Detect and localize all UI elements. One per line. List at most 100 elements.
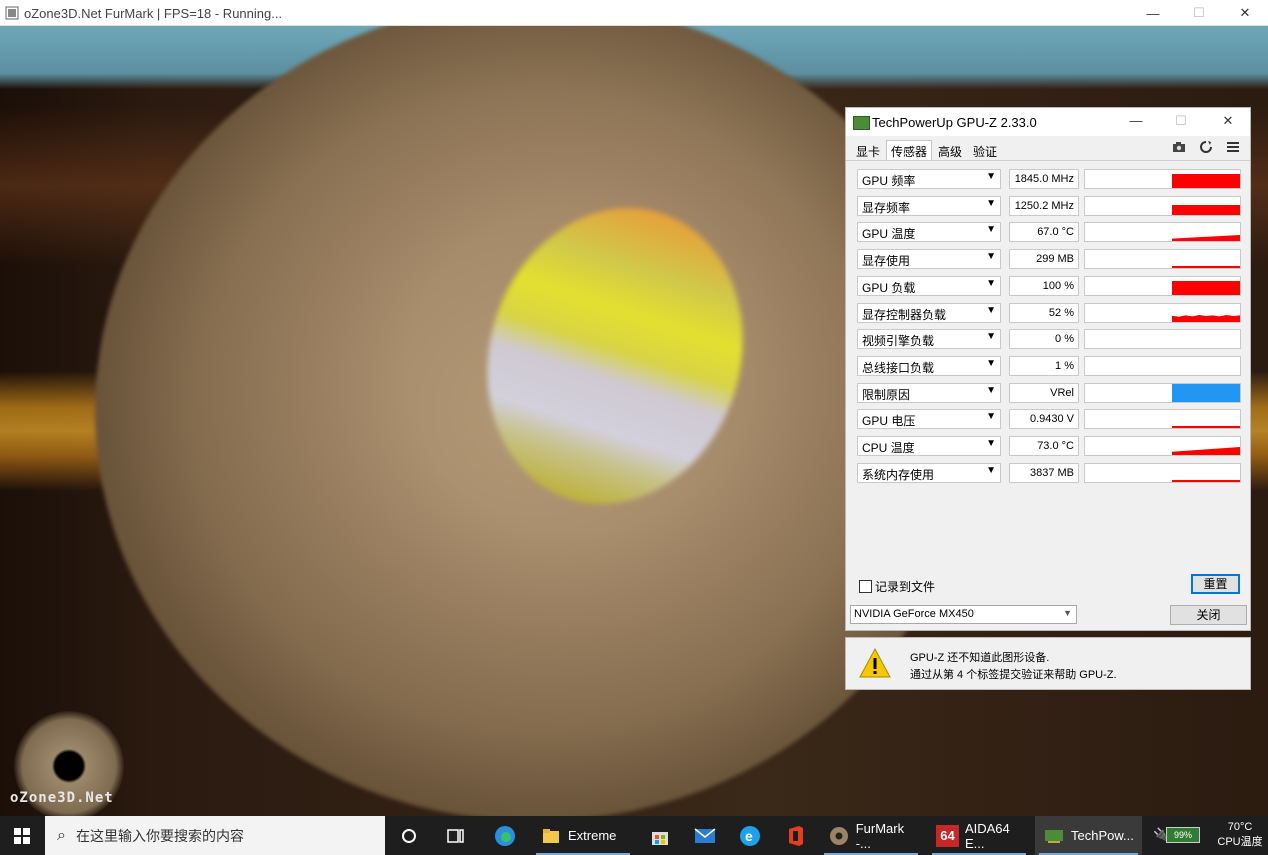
sensor-name-dropdown[interactable]: 显存频率 ▼ (857, 196, 1001, 216)
cortana-circle-icon (402, 828, 416, 843)
sensor-name: 总线接口负载 (862, 361, 935, 375)
sensor-name-dropdown[interactable]: 限制原因 ▼ (857, 383, 1001, 403)
sensor-graph (1084, 436, 1241, 456)
sensor-name-dropdown[interactable]: 总线接口负载 ▼ (857, 356, 1001, 376)
sensor-value: 67.0 °C (1009, 222, 1079, 242)
menu-icon[interactable] (1227, 141, 1239, 156)
cpu-temp-value: 70°C (1227, 821, 1253, 833)
battery-indicator[interactable]: 99% (1166, 827, 1200, 843)
sensor-row: GPU 电压 ▼ 0.9430 V (857, 409, 1241, 431)
chevron-down-icon: ▼ (986, 224, 996, 235)
aida64-taskbar-button[interactable]: 64 AIDA64 E... (928, 816, 1030, 855)
start-button[interactable] (0, 816, 44, 855)
taskbar-app-label: Extreme (568, 828, 617, 843)
sensor-value: 1250.2 MHz (1009, 196, 1079, 216)
chevron-down-icon: ▼ (986, 385, 996, 396)
log-to-file-checkbox[interactable]: 记录到文件 (859, 578, 935, 595)
chevron-down-icon: ▼ (986, 331, 996, 342)
chevron-down-icon: ▼ (986, 438, 996, 449)
sensor-name: GPU 频率 (862, 174, 916, 188)
sensor-name: GPU 温度 (862, 227, 916, 241)
search-icon: ⌕ (57, 826, 66, 844)
sensor-name-dropdown[interactable]: GPU 频率 ▼ (857, 169, 1001, 189)
tab-advanced[interactable]: 高级 (933, 140, 967, 160)
cortana-button[interactable] (393, 816, 425, 855)
office-taskbar-button[interactable] (780, 816, 810, 855)
gpuz-tabs: 显卡 传感器 高级 验证 (851, 140, 1003, 160)
task-view-button[interactable] (440, 816, 472, 855)
sensor-name: GPU 电压 (862, 414, 916, 428)
sensor-row: GPU 频率 ▼ 1845.0 MHz (857, 169, 1241, 191)
refresh-icon[interactable] (1200, 141, 1212, 156)
svg-text:e: e (745, 828, 753, 844)
edge-icon (495, 825, 515, 846)
minimize-button[interactable]: — (1130, 0, 1176, 26)
store-icon (652, 831, 668, 845)
sensor-value: 52 % (1009, 303, 1079, 323)
chevron-down-icon: ▼ (986, 465, 996, 476)
sensor-graph (1084, 329, 1241, 349)
sensor-graph-bar (1172, 174, 1240, 188)
furmark-taskbar-button[interactable]: FurMark -... (820, 816, 922, 855)
furmark-window-title: oZone3D.Net FurMark | FPS=18 - Running..… (24, 6, 283, 21)
sensor-row: 视频引擎负载 ▼ 0 % (857, 329, 1241, 351)
sensor-name: 视频引擎负载 (862, 334, 935, 348)
taskbar-search-box[interactable]: ⌕ 在这里输入你要搜索的内容 (45, 816, 385, 855)
reset-button[interactable]: 重置 (1191, 574, 1240, 594)
sensor-name-dropdown[interactable]: 系统内存使用 ▼ (857, 463, 1001, 483)
taskbar-app-label: FurMark -... (855, 820, 905, 851)
camera-icon[interactable] (1172, 141, 1186, 156)
sensor-graph-bar (1172, 205, 1240, 215)
gpuz-window-title: TechPowerUp GPU-Z 2.33.0 (872, 115, 1037, 130)
ozone3d-watermark: oZone3D.Net (10, 790, 114, 806)
store-taskbar-button[interactable] (645, 816, 675, 855)
sensor-name: 系统内存使用 (862, 468, 935, 482)
explorer-extreme-taskbar-button[interactable]: Extreme (532, 816, 634, 855)
chevron-down-icon: ▼ (986, 278, 996, 289)
search-placeholder: 在这里输入你要搜索的内容 (75, 827, 244, 844)
sensor-name: GPU 负载 (862, 281, 916, 295)
gpuz-maximize-button[interactable]: ☐ (1167, 113, 1195, 129)
sensor-value: 1 % (1009, 356, 1079, 376)
gpuz-titlebar: TechPowerUp GPU-Z 2.33.0 — ☐ ✕ (846, 108, 1250, 136)
sensor-value: 0.9430 V (1009, 409, 1079, 429)
tab-graphics-card[interactable]: 显卡 (851, 140, 885, 160)
edge-taskbar-button[interactable] (487, 816, 523, 855)
ie-taskbar-button[interactable]: e (735, 816, 765, 855)
sensor-name: 显存使用 (862, 254, 911, 268)
close-button[interactable]: ✕ (1222, 0, 1268, 26)
sensor-graph (1084, 222, 1241, 242)
sensor-name-dropdown[interactable]: 显存控制器负载 ▼ (857, 303, 1001, 323)
gpuz-taskbar-button[interactable]: TechPow... (1035, 816, 1142, 855)
maximize-button[interactable]: ☐ (1176, 0, 1222, 26)
device-select[interactable]: NVIDIA GeForce MX450 ▼ (850, 605, 1077, 624)
sensor-row: GPU 负载 ▼ 100 % (857, 276, 1241, 298)
furmark-app-icon (5, 6, 19, 20)
sensor-name-dropdown[interactable]: GPU 电压 ▼ (857, 409, 1001, 429)
tab-sensors[interactable]: 传感器 (886, 140, 933, 160)
sensor-name-dropdown[interactable]: GPU 负载 ▼ (857, 276, 1001, 296)
gpuz-minimize-button[interactable]: — (1122, 113, 1150, 128)
sensor-name-dropdown[interactable]: 显存使用 ▼ (857, 249, 1001, 269)
sensor-graph (1084, 383, 1241, 403)
sensor-value: 3837 MB (1009, 463, 1079, 483)
gpuz-info-panel: GPU-Z 还不知道此图形设备. 通过从第 4 个标签提交验证来帮助 GPU-Z… (845, 637, 1251, 690)
tab-validation[interactable]: 验证 (968, 140, 1002, 160)
sensor-value: VRel (1009, 383, 1079, 403)
chevron-down-icon: ▼ (986, 251, 996, 262)
gpuz-close-button[interactable]: ✕ (1214, 113, 1242, 129)
close-gpuz-button[interactable]: 关闭 (1170, 605, 1247, 625)
sensor-name-dropdown[interactable]: 视频引擎负载 ▼ (857, 329, 1001, 349)
gpuz-window: TechPowerUp GPU-Z 2.33.0 — ☐ ✕ 显卡 传感器 高级… (845, 107, 1251, 631)
sensor-graph (1084, 356, 1241, 376)
sensor-row: 显存使用 ▼ 299 MB (857, 249, 1241, 271)
sensor-name-dropdown[interactable]: GPU 温度 ▼ (857, 222, 1001, 242)
mail-taskbar-button[interactable] (690, 816, 720, 855)
checkbox-box[interactable] (859, 580, 872, 593)
gpu-card-icon (853, 116, 870, 130)
warning-icon (859, 647, 891, 678)
sensor-name: CPU 温度 (862, 441, 915, 455)
cpu-temp-tray[interactable]: 70°C CPU温度 (1214, 820, 1266, 850)
sensor-row: 限制原因 ▼ VRel (857, 383, 1241, 405)
sensor-name-dropdown[interactable]: CPU 温度 ▼ (857, 436, 1001, 456)
